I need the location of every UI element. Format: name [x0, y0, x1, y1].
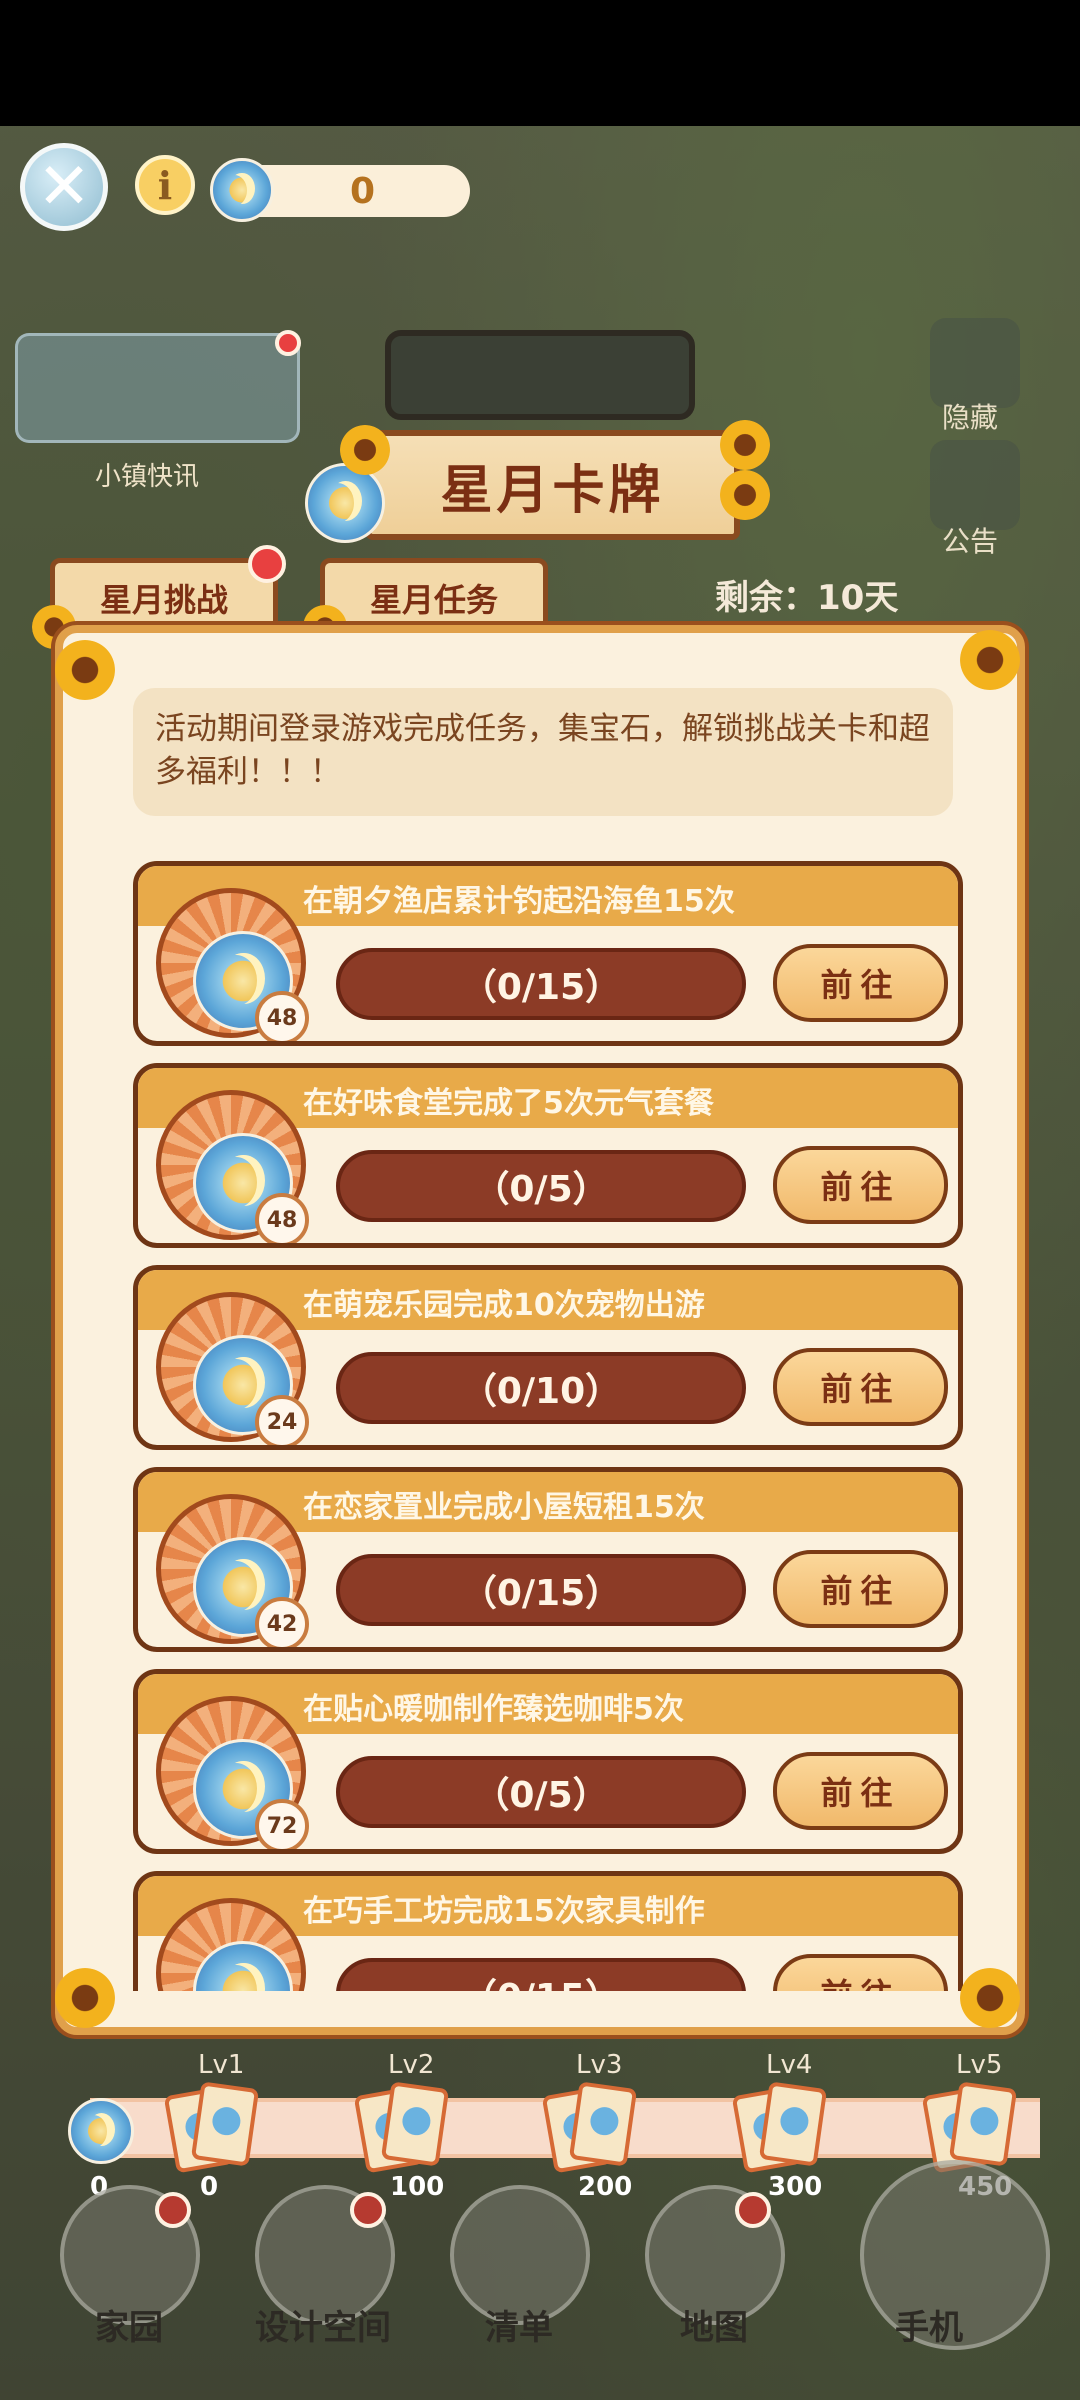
notice-label: 公告 [942, 525, 999, 558]
nav-label: 设计空间 [255, 2308, 391, 2348]
sunflower-icon [340, 425, 390, 475]
activity-description: 活动期间登录游戏完成任务，集宝石，解锁挑战关卡和超多福利！！！ [133, 688, 953, 816]
go-button[interactable]: 前往 [773, 1550, 948, 1628]
task-panel: 活动期间登录游戏完成任务，集宝石，解锁挑战关卡和超多福利！！！ 在朝夕渔店累计钓… [55, 625, 1025, 2035]
task-progress: （0/5） [336, 1756, 746, 1828]
task-title: 在好味食堂完成了5次元气套餐 [303, 1086, 714, 1121]
nav-label: 清单 [485, 2308, 553, 2348]
task-card: 在朝夕渔店累计钓起沿海鱼15次 48 （0/15） 前往 [133, 861, 963, 1046]
hide-icon[interactable] [930, 318, 1020, 408]
level-value: 300 [768, 2172, 823, 2202]
go-button[interactable]: 前往 [773, 1954, 948, 1991]
level-label: Lv1 [198, 2050, 245, 2080]
task-title: 在巧手工坊完成15次家具制作 [303, 1894, 705, 1929]
card-pack-icon[interactable] [921, 2081, 1018, 2174]
go-button[interactable]: 前往 [773, 944, 948, 1022]
sunflower-icon [720, 420, 770, 470]
task-list[interactable]: 在朝夕渔店累计钓起沿海鱼15次 48 （0/15） 前往 在好味食堂完成了5次元… [133, 861, 963, 1991]
title-sign-dark [385, 330, 695, 420]
notice-icon[interactable] [930, 440, 1020, 530]
close-icon[interactable]: ✕ [20, 143, 108, 231]
task-title: 在恋家置业完成小屋短租15次 [303, 1490, 705, 1525]
nav-label: 家园 [95, 2308, 163, 2348]
level-label: Lv2 [388, 2050, 435, 2080]
level-label: Lv4 [766, 2050, 813, 2080]
gem-icon [210, 158, 274, 222]
reward-count: 48 [255, 991, 309, 1041]
task-title: 在贴心暖咖制作臻选咖啡5次 [303, 1692, 684, 1727]
reward-count: 72 [255, 1799, 309, 1849]
info-icon[interactable]: i [135, 155, 195, 215]
page-title: 星月卡牌 [365, 430, 740, 540]
card-pack-icon[interactable] [163, 2081, 260, 2174]
card-pack-icon[interactable] [541, 2081, 638, 2174]
task-card: 在巧手工坊完成15次家具制作 （0/15） 前往 [133, 1871, 963, 1991]
sunflower-icon [55, 1968, 115, 2028]
go-button[interactable]: 前往 [773, 1348, 948, 1426]
task-title: 在萌宠乐园完成10次宠物出游 [303, 1288, 705, 1323]
level-value: 0 [200, 2172, 219, 2202]
task-card: 在贴心暖咖制作臻选咖啡5次 72 （0/5） 前往 [133, 1669, 963, 1854]
sunflower-icon [720, 470, 770, 520]
card-pack-icon[interactable] [353, 2081, 450, 2174]
town-news-label: 小镇快讯 [95, 462, 200, 492]
task-progress: （0/15） [336, 1554, 746, 1626]
sunflower-icon [960, 1968, 1020, 2028]
sunflower-icon [55, 640, 115, 700]
level-gem-icon [68, 2098, 134, 2164]
go-button[interactable]: 前往 [773, 1752, 948, 1830]
design-red-dot [350, 2192, 386, 2228]
task-card: 在恋家置业完成小屋短租15次 42 （0/15） 前往 [133, 1467, 963, 1652]
map-red-dot [735, 2192, 771, 2228]
task-progress: （0/5） [336, 1150, 746, 1222]
reward-count: 42 [255, 1597, 309, 1647]
task-card: 在好味食堂完成了5次元气套餐 48 （0/5） 前往 [133, 1063, 963, 1248]
sunflower-icon [960, 630, 1020, 690]
level-label: Lv5 [956, 2050, 1003, 2080]
level-value: 100 [390, 2172, 445, 2202]
level-value: 200 [578, 2172, 633, 2202]
challenge-red-dot [248, 545, 286, 583]
nav-label: 地图 [680, 2308, 748, 2348]
task-progress: （0/15） [336, 948, 746, 1020]
task-progress: （0/15） [336, 1958, 746, 1991]
reward-gem-icon [193, 1941, 293, 1991]
home-red-dot [155, 2192, 191, 2228]
go-button[interactable]: 前往 [773, 1146, 948, 1224]
news-red-dot [275, 330, 301, 356]
gem-count: 0 [349, 170, 376, 212]
town-news-panel[interactable] [15, 333, 300, 443]
title-gem-icon [305, 463, 385, 543]
task-title: 在朝夕渔店累计钓起沿海鱼15次 [303, 884, 735, 919]
level-label: Lv3 [576, 2050, 623, 2080]
hide-label: 隐藏 [942, 401, 999, 434]
task-card: 在萌宠乐园完成10次宠物出游 24 （0/10） 前往 [133, 1265, 963, 1450]
nav-label: 手机 [895, 2308, 963, 2348]
remaining-days: 剩余：10天 [715, 578, 899, 618]
reward-count: 24 [255, 1395, 309, 1445]
card-pack-icon[interactable] [731, 2081, 828, 2174]
reward-count: 48 [255, 1193, 309, 1243]
task-progress: （0/10） [336, 1352, 746, 1424]
